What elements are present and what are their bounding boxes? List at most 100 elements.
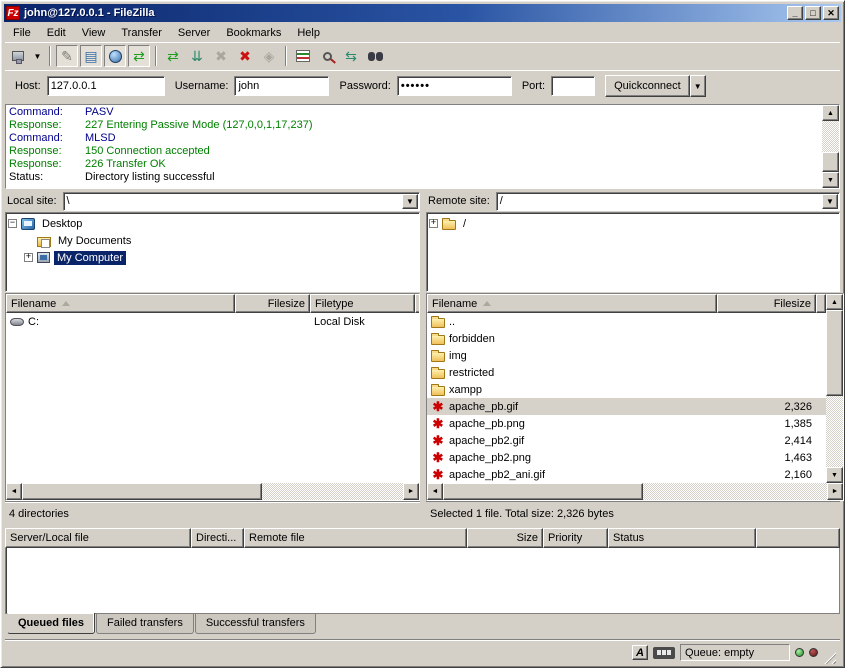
remote-file-row[interactable]: forbidden	[427, 330, 826, 347]
host-input[interactable]	[47, 76, 165, 96]
tab-queued-files[interactable]: Queued files	[7, 613, 95, 634]
scroll-left-icon[interactable]: ◄	[6, 483, 22, 500]
log-vertical-scrollbar[interactable]: ▲ ▼	[822, 105, 839, 188]
menu-edit[interactable]: Edit	[39, 25, 74, 41]
remote-file-row[interactable]: img	[427, 347, 826, 364]
disconnect-button[interactable]: ✖	[234, 45, 256, 67]
local-horizontal-scrollbar[interactable]: ◄ ►	[6, 483, 419, 500]
password-input[interactable]	[397, 76, 512, 96]
column-server-local-file[interactable]: Server/Local file	[5, 528, 191, 548]
remote-file-row[interactable]: ✱apache_pb.png 1,385	[427, 415, 826, 432]
local-site-combo[interactable]: \ ▼	[63, 192, 420, 211]
menu-bookmarks[interactable]: Bookmarks	[218, 25, 289, 41]
local-list-rows[interactable]: C: Local Disk	[6, 313, 419, 483]
site-manager-dropdown[interactable]: ▼	[31, 45, 44, 67]
scroll-down-icon[interactable]: ▼	[826, 467, 843, 483]
site-manager-icon	[12, 51, 24, 61]
remote-list-rows[interactable]: .. forbidden img restricted	[427, 313, 826, 483]
remote-file-row[interactable]: ✱apache_pb2_ani.gif 2,160	[427, 466, 826, 483]
column-direction[interactable]: Directi...	[191, 528, 244, 548]
log-scroll-thumb[interactable]	[822, 152, 839, 172]
log-line: Response:227 Entering Passive Mode (127,…	[9, 119, 819, 132]
column-last-modified[interactable]: L	[415, 294, 419, 313]
column-remote-file[interactable]: Remote file	[244, 528, 467, 548]
column-filetype[interactable]: Filetype	[310, 294, 415, 313]
scroll-up-icon[interactable]: ▲	[826, 294, 843, 310]
titlebar[interactable]: Fz john@127.0.0.1 - FileZilla _ □ ✕	[4, 4, 841, 22]
column-status[interactable]: Status	[608, 528, 756, 548]
sync-browsing-button[interactable]: ⇆	[340, 45, 362, 67]
remote-site-combo[interactable]: / ▼	[496, 192, 840, 211]
remote-vertical-scrollbar[interactable]: ▲ ▼	[826, 294, 843, 483]
scroll-right-icon[interactable]: ►	[403, 483, 419, 500]
tree-item-desktop[interactable]: − Desktop	[8, 215, 417, 232]
process-queue-button[interactable]: ⇊	[186, 45, 208, 67]
expand-icon[interactable]: +	[24, 253, 33, 262]
local-site-bar: Local site: \ ▼	[5, 191, 420, 212]
remote-file-row[interactable]: restricted	[427, 364, 826, 381]
remote-scroll-thumb[interactable]	[826, 310, 843, 396]
column-priority[interactable]: Priority	[543, 528, 608, 548]
username-input[interactable]	[234, 76, 329, 96]
directory-comparison-button[interactable]	[316, 45, 338, 67]
remote-file-row[interactable]: xampp	[427, 381, 826, 398]
tab-failed-transfers[interactable]: Failed transfers	[96, 614, 194, 634]
toggle-remote-tree-button[interactable]	[104, 45, 126, 67]
tab-successful-transfers[interactable]: Successful transfers	[195, 614, 316, 634]
menu-transfer[interactable]: Transfer	[113, 25, 170, 41]
queue-tabs: Queued files Failed transfers Successful…	[5, 614, 840, 637]
menu-view[interactable]: View	[74, 25, 114, 41]
remote-horizontal-scrollbar[interactable]: ◄ ►	[427, 483, 843, 500]
column-size[interactable]: Size	[467, 528, 543, 548]
local-scroll-thumb[interactable]	[22, 483, 262, 500]
local-drive-row[interactable]: C: Local Disk	[6, 313, 419, 330]
tree-item-my-documents[interactable]: My Documents	[8, 232, 417, 249]
quickconnect-button[interactable]: Quickconnect	[605, 75, 690, 97]
expand-icon[interactable]: +	[429, 219, 438, 228]
resize-grip[interactable]	[823, 651, 836, 664]
refresh-button[interactable]: ⇄	[162, 45, 184, 67]
close-button[interactable]: ✕	[823, 6, 839, 20]
chevron-down-icon[interactable]: ▼	[822, 194, 838, 209]
scroll-up-icon[interactable]: ▲	[822, 105, 839, 121]
scroll-down-icon[interactable]: ▼	[822, 172, 839, 188]
find-files-button[interactable]	[364, 45, 386, 67]
maximize-button[interactable]: □	[805, 6, 821, 20]
remote-file-row-selected[interactable]: ✱apache_pb.gif 2,326	[427, 398, 826, 415]
remote-site-label: Remote site:	[426, 195, 492, 207]
menu-server[interactable]: Server	[170, 25, 218, 41]
toggle-local-tree-button[interactable]: ▤	[80, 45, 102, 67]
local-tree[interactable]: − Desktop My Documents + My Computer	[5, 212, 420, 292]
scroll-right-icon[interactable]: ►	[827, 483, 843, 500]
local-tree-icon: ▤	[84, 49, 97, 63]
speed-limit-icon[interactable]	[653, 647, 675, 659]
clear-queue-button[interactable]: ◈	[258, 45, 280, 67]
minimize-button[interactable]: _	[787, 6, 803, 20]
remote-file-row[interactable]: ..	[427, 313, 826, 330]
collapse-icon[interactable]: −	[8, 219, 17, 228]
filter-button[interactable]	[292, 45, 314, 67]
toggle-queue-button[interactable]: ⇄	[128, 45, 150, 67]
menu-help[interactable]: Help	[289, 25, 328, 41]
column-filename[interactable]: Filename	[427, 294, 717, 313]
remote-file-row[interactable]: ✱apache_pb2.png 1,463	[427, 449, 826, 466]
cancel-operation-button[interactable]: ✖	[210, 45, 232, 67]
remote-tree[interactable]: + /	[426, 212, 840, 292]
site-manager-button[interactable]	[7, 45, 29, 67]
scroll-left-icon[interactable]: ◄	[427, 483, 443, 500]
tree-item-my-computer[interactable]: + My Computer	[8, 249, 417, 266]
remote-file-row[interactable]: ✱apache_pb2.gif 2,414	[427, 432, 826, 449]
column-filename[interactable]: Filename	[6, 294, 235, 313]
transfer-type-icon[interactable]: A	[632, 645, 648, 660]
column-filesize[interactable]: Filesize	[717, 294, 816, 313]
toggle-message-log-button[interactable]: ✎	[56, 45, 78, 67]
queue-list[interactable]	[5, 548, 840, 614]
remote-scroll-thumb-h[interactable]	[443, 483, 643, 500]
quickconnect-dropdown[interactable]: ▼	[690, 75, 706, 97]
message-log-body[interactable]: Command:PASV Response:227 Entering Passi…	[6, 105, 822, 188]
menu-file[interactable]: File	[5, 25, 39, 41]
chevron-down-icon[interactable]: ▼	[402, 194, 418, 209]
column-filesize[interactable]: Filesize	[235, 294, 310, 313]
tree-item-root[interactable]: + /	[429, 215, 837, 232]
port-input[interactable]	[551, 76, 595, 96]
